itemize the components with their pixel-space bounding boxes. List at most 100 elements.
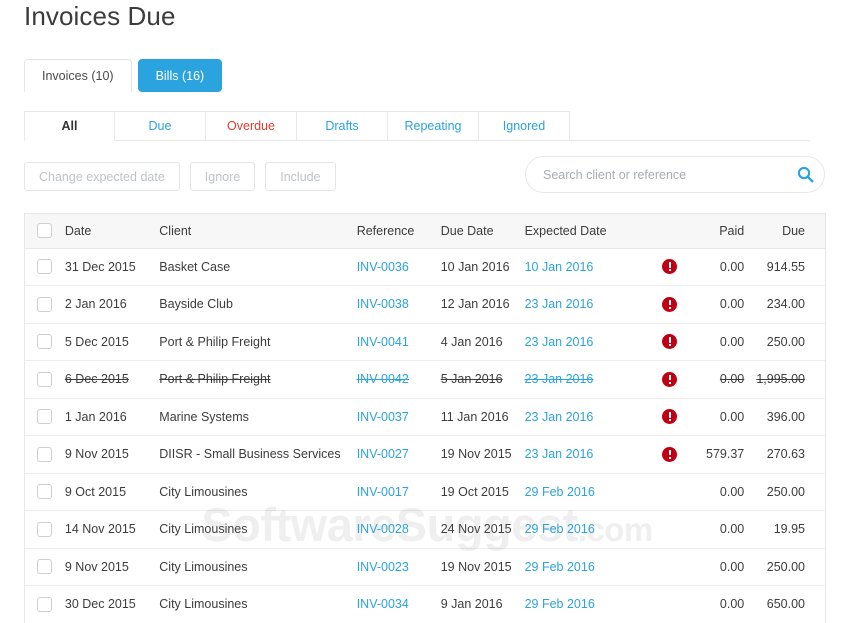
filter-tab-all[interactable]: All xyxy=(24,111,115,141)
row-checkbox[interactable] xyxy=(37,372,52,387)
cell-due-amount: 19.95 xyxy=(750,511,825,549)
cell-warning xyxy=(644,248,695,286)
cell-warning xyxy=(644,436,695,474)
cell-client: City Limousines xyxy=(153,548,350,586)
expected-date-link[interactable]: 23 Jan 2016 xyxy=(525,372,594,386)
header-due-amount[interactable]: Due xyxy=(750,214,825,248)
row-checkbox[interactable] xyxy=(37,559,52,574)
reference-link[interactable]: INV-0036 xyxy=(357,260,409,274)
expected-date-link[interactable]: 23 Jan 2016 xyxy=(525,297,594,311)
cell-warning xyxy=(644,323,695,361)
row-checkbox[interactable] xyxy=(37,297,52,312)
reference-link[interactable]: INV-0034 xyxy=(357,597,409,611)
cell-client: Bayside Club xyxy=(153,286,350,324)
cell-paid: 0.00 xyxy=(695,361,750,399)
table-row[interactable]: 14 Nov 2015City LimousinesINV-002824 Nov… xyxy=(25,511,825,549)
table-row[interactable]: 6 Dec 2015Port & Philip FreightINV-00425… xyxy=(25,361,825,399)
tab-bills-label: Bills (16) xyxy=(156,69,205,83)
reference-link[interactable]: INV-0028 xyxy=(357,522,409,536)
row-checkbox[interactable] xyxy=(37,334,52,349)
row-checkbox[interactable] xyxy=(37,522,52,537)
row-checkbox[interactable] xyxy=(37,409,52,424)
filter-tab-due[interactable]: Due xyxy=(115,111,206,141)
filter-tab-ignored-label: Ignored xyxy=(503,119,545,133)
cell-paid: 0.00 xyxy=(695,548,750,586)
cell-client: City Limousines xyxy=(153,473,350,511)
header-paid[interactable]: Paid xyxy=(695,214,750,248)
header-reference[interactable]: Reference xyxy=(351,214,435,248)
filter-tab-all-label: All xyxy=(62,119,78,133)
cell-client: Port & Philip Freight xyxy=(153,323,350,361)
cell-due-amount: 270.63 xyxy=(750,436,825,474)
cell-due-date: 19 Nov 2015 xyxy=(435,436,519,474)
filter-tab-repeating[interactable]: Repeating xyxy=(388,111,479,141)
ignore-button[interactable]: Ignore xyxy=(190,162,255,191)
cell-client: City Limousines xyxy=(153,586,350,623)
reference-link[interactable]: INV-0041 xyxy=(357,335,409,349)
filter-tab-drafts[interactable]: Drafts xyxy=(297,111,388,141)
table-row[interactable]: 9 Oct 2015City LimousinesINV-001719 Oct … xyxy=(25,473,825,511)
cell-date: 9 Oct 2015 xyxy=(59,473,153,511)
table-row[interactable]: 1 Jan 2016Marine SystemsINV-003711 Jan 2… xyxy=(25,398,825,436)
filter-tab-due-label: Due xyxy=(149,119,172,133)
cell-due-date: 19 Nov 2015 xyxy=(435,548,519,586)
table-row[interactable]: 30 Dec 2015City LimousinesINV-00349 Jan … xyxy=(25,586,825,623)
include-button[interactable]: Include xyxy=(265,162,335,191)
cell-expected-date: 23 Jan 2016 xyxy=(519,323,645,361)
header-due-date[interactable]: Due Date xyxy=(435,214,519,248)
bulk-actions: Change expected date Ignore Include xyxy=(24,162,336,191)
overdue-warning-icon xyxy=(662,334,677,349)
table-row[interactable]: 31 Dec 2015Basket CaseINV-003610 Jan 201… xyxy=(25,248,825,286)
header-client[interactable]: Client xyxy=(153,214,350,248)
row-checkbox-cell xyxy=(25,586,59,623)
cell-warning xyxy=(644,286,695,324)
row-checkbox[interactable] xyxy=(37,447,52,462)
table-row[interactable]: 5 Dec 2015Port & Philip FreightINV-00414… xyxy=(25,323,825,361)
reference-link[interactable]: INV-0023 xyxy=(357,560,409,574)
header-date[interactable]: Date xyxy=(59,214,153,248)
search-box xyxy=(525,156,825,193)
cell-reference: INV-0042 xyxy=(351,361,435,399)
filter-tab-overdue[interactable]: Overdue xyxy=(206,111,297,141)
expected-date-link[interactable]: 23 Jan 2016 xyxy=(525,447,594,461)
reference-link[interactable]: INV-0037 xyxy=(357,410,409,424)
change-expected-date-button[interactable]: Change expected date xyxy=(24,162,180,191)
header-warning xyxy=(644,214,695,248)
expected-date-link[interactable]: 23 Jan 2016 xyxy=(525,335,594,349)
cell-due-amount: 250.00 xyxy=(750,473,825,511)
cell-warning xyxy=(644,586,695,623)
cell-due-amount: 396.00 xyxy=(750,398,825,436)
row-checkbox[interactable] xyxy=(37,484,52,499)
row-checkbox[interactable] xyxy=(37,259,52,274)
tab-bills[interactable]: Bills (16) xyxy=(138,59,223,92)
expected-date-link[interactable]: 10 Jan 2016 xyxy=(525,260,594,274)
header-expected-date[interactable]: Expected Date xyxy=(519,214,645,248)
search-icon[interactable] xyxy=(786,157,824,192)
cell-date: 9 Nov 2015 xyxy=(59,436,153,474)
row-checkbox-cell xyxy=(25,548,59,586)
row-checkbox[interactable] xyxy=(37,597,52,612)
tab-invoices[interactable]: Invoices (10) xyxy=(24,59,132,92)
reference-link[interactable]: INV-0042 xyxy=(357,372,409,386)
expected-date-link[interactable]: 29 Feb 2016 xyxy=(525,560,595,574)
table-row[interactable]: 9 Nov 2015City LimousinesINV-002319 Nov … xyxy=(25,548,825,586)
search-input[interactable] xyxy=(526,168,786,182)
tab-invoices-label: Invoices (10) xyxy=(42,69,114,83)
table-row[interactable]: 9 Nov 2015DIISR - Small Business Service… xyxy=(25,436,825,474)
reference-link[interactable]: INV-0038 xyxy=(357,297,409,311)
expected-date-link[interactable]: 29 Feb 2016 xyxy=(525,485,595,499)
overdue-warning-icon xyxy=(662,297,677,312)
expected-date-link[interactable]: 29 Feb 2016 xyxy=(525,597,595,611)
cell-reference: INV-0034 xyxy=(351,586,435,623)
expected-date-link[interactable]: 29 Feb 2016 xyxy=(525,522,595,536)
cell-expected-date: 23 Jan 2016 xyxy=(519,436,645,474)
reference-link[interactable]: INV-0027 xyxy=(357,447,409,461)
select-all-checkbox[interactable] xyxy=(37,223,52,238)
filter-tab-ignored[interactable]: Ignored xyxy=(479,111,570,141)
expected-date-link[interactable]: 23 Jan 2016 xyxy=(525,410,594,424)
overdue-warning-icon xyxy=(662,447,677,462)
table-row[interactable]: 2 Jan 2016Bayside ClubINV-003812 Jan 201… xyxy=(25,286,825,324)
table-header-row: Date Client Reference Due Date Expected … xyxy=(25,214,825,248)
cell-date: 6 Dec 2015 xyxy=(59,361,153,399)
reference-link[interactable]: INV-0017 xyxy=(357,485,409,499)
